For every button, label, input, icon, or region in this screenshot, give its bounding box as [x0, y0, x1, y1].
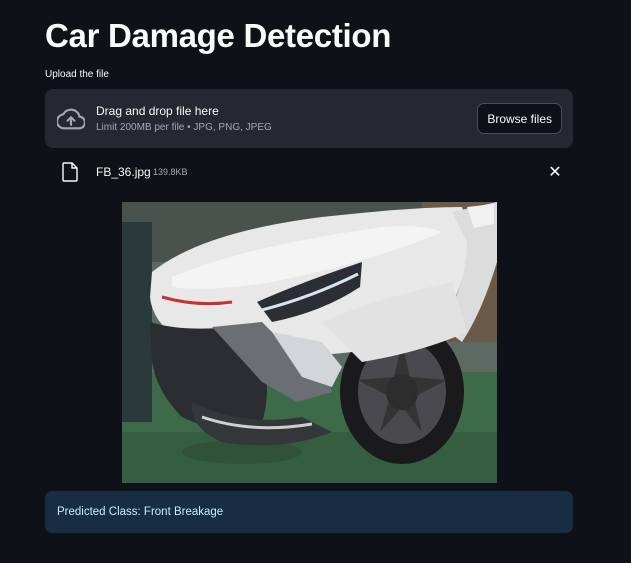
uploaded-car-image [122, 202, 497, 483]
uploaded-file-name: FB_36.jpg [96, 165, 151, 179]
uploader-label: Upload the file [45, 69, 109, 80]
browse-files-button[interactable]: Browse files [477, 103, 562, 134]
drop-instructions: Drag and drop file here [96, 104, 219, 118]
cloud-upload-icon [57, 108, 85, 130]
prediction-result: Predicted Class: Front Breakage [45, 491, 573, 533]
car-photo-illustration [122, 202, 497, 483]
close-icon[interactable]: ✕ [546, 163, 564, 181]
uploaded-file-row: FB_36.jpg 139.8KB ✕ [45, 158, 573, 186]
uploaded-file-size: 139.8KB [153, 167, 188, 177]
file-limit-text: Limit 200MB per file • JPG, PNG, JPEG [96, 122, 272, 133]
app-root: Car Damage Detection Upload the file Dra… [0, 0, 631, 563]
dropzone-text: Drag and drop file here Limit 200MB per … [96, 103, 272, 133]
file-icon [62, 162, 78, 182]
file-dropzone[interactable]: Drag and drop file here Limit 200MB per … [45, 89, 573, 148]
page-title: Car Damage Detection [45, 17, 392, 54]
